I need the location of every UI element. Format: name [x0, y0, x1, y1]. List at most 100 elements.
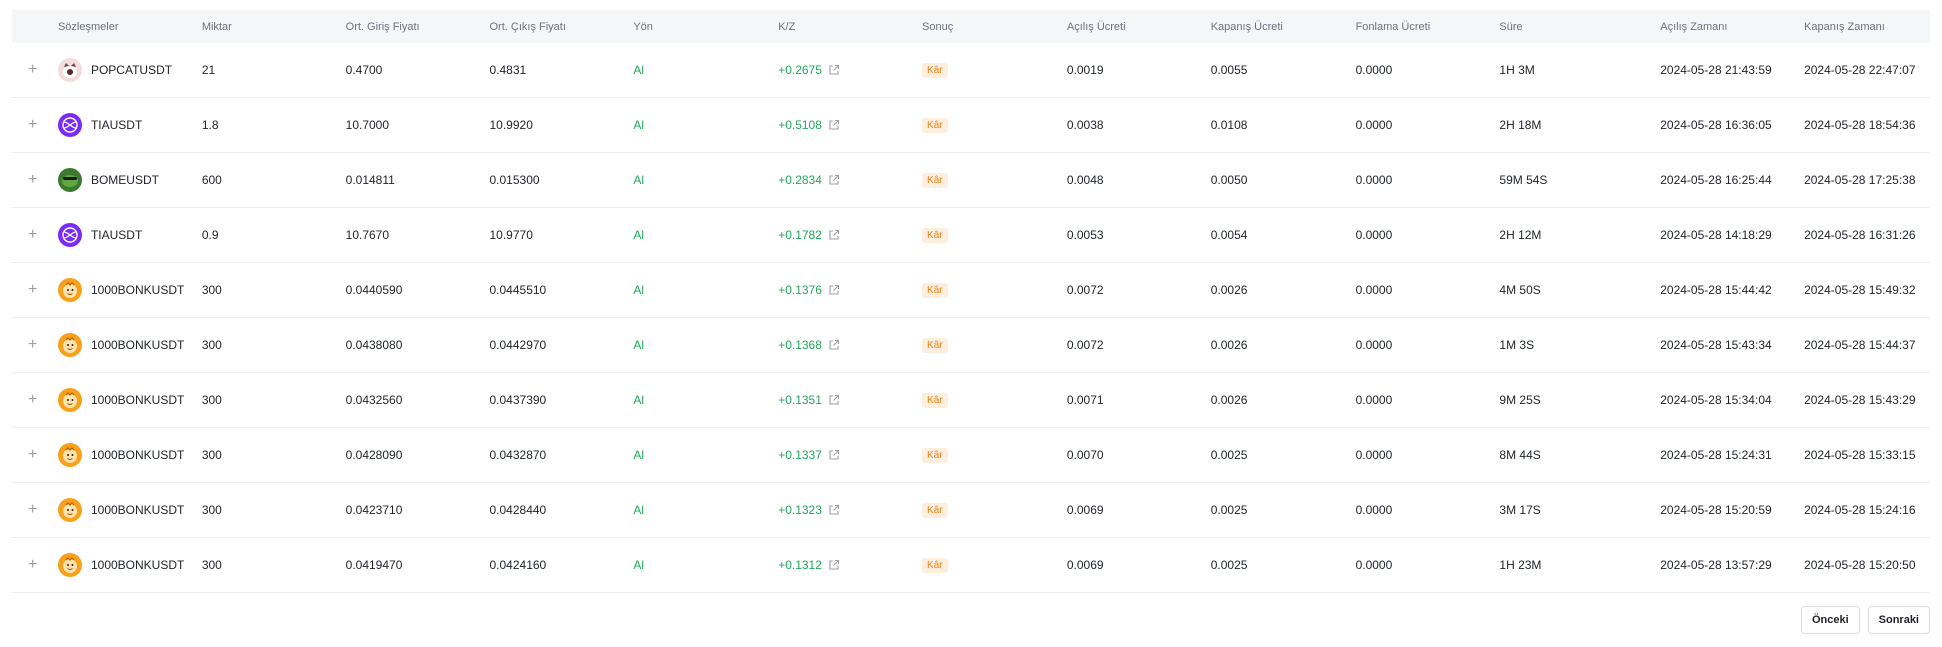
external-link-icon[interactable]	[828, 119, 840, 131]
bonk-coin-icon	[57, 553, 82, 577]
duration-cell: 3M 17S	[1499, 503, 1541, 517]
expand-cell: +	[12, 337, 58, 353]
header-symbol: Sözleşmeler	[57, 20, 119, 33]
external-link-icon[interactable]	[828, 559, 840, 571]
close-time-cell: 2024-05-28 15:49:32	[1804, 283, 1916, 297]
expand-cell: +	[12, 62, 58, 78]
qty-cell: 1.8	[201, 118, 219, 132]
table-row[interactable]: + TIAUSDT 1.8 10.7000 10.9920 Al +0.5108…	[12, 98, 1930, 153]
qty-cell: 300	[201, 338, 222, 352]
plus-icon[interactable]: +	[28, 281, 37, 298]
symbol-cell: TIAUSDT	[57, 113, 202, 137]
table-body: + POPCATUSDT 21 0.4700 0.4831 Al +0.2675…	[12, 43, 1930, 593]
table-row[interactable]: + TIAUSDT 0.9 10.7670 10.9770 Al +0.1782…	[12, 208, 1930, 263]
plus-icon[interactable]: +	[28, 336, 37, 353]
open-fee-cell: 0.0072	[1066, 338, 1104, 352]
table-row[interactable]: + 1000BONKUSDT 300 0.0423710 0.0428440 A…	[12, 483, 1930, 538]
profit-badge: Kâr	[922, 228, 948, 243]
close-time-cell: 2024-05-28 15:20:50	[1804, 558, 1916, 572]
external-link-icon[interactable]	[828, 174, 840, 186]
external-link-icon[interactable]	[828, 394, 840, 406]
direction-cell: Al	[633, 448, 645, 462]
table-row[interactable]: + 1000BONKUSDT 300 0.0428090 0.0432870 A…	[12, 428, 1930, 483]
external-link-icon[interactable]	[828, 64, 840, 76]
bonk-coin-icon	[57, 443, 82, 467]
close-time-cell: 2024-05-28 15:24:16	[1804, 503, 1916, 517]
profit-badge: Kâr	[922, 338, 948, 353]
close-time-cell: 2024-05-28 16:31:26	[1804, 228, 1916, 242]
qty-cell: 300	[201, 503, 222, 517]
result-cell: Kâr	[922, 502, 1067, 518]
plus-icon[interactable]: +	[28, 116, 37, 133]
table-row[interactable]: + BOMEUSDT 600 0.014811 0.015300 Al +0.2…	[12, 153, 1930, 208]
pnl-cell: +0.2675	[778, 63, 922, 77]
bome-coin-icon	[57, 168, 82, 192]
symbol-text: 1000BONKUSDT	[90, 393, 185, 407]
symbol-text: BOMEUSDT	[90, 173, 159, 187]
symbol-text: 1000BONKUSDT	[90, 503, 185, 517]
profit-badge: Kâr	[922, 173, 948, 188]
symbol-text: TIAUSDT	[90, 118, 143, 132]
plus-icon[interactable]: +	[28, 446, 37, 463]
plus-icon[interactable]: +	[28, 501, 37, 518]
close-time-cell: 2024-05-28 22:47:07	[1804, 63, 1916, 77]
entry-price-cell: 0.014811	[345, 173, 395, 187]
table-row[interactable]: + 1000BONKUSDT 300 0.0440590 0.0445510 A…	[12, 263, 1930, 318]
duration-cell: 1M 3S	[1499, 338, 1535, 352]
bonk-coin-icon	[57, 388, 82, 412]
plus-icon[interactable]: +	[28, 556, 37, 573]
symbol-text: 1000BONKUSDT	[90, 558, 185, 572]
expand-cell: +	[12, 392, 58, 408]
pnl-value: +0.1782	[778, 228, 822, 242]
exit-price-cell: 0.0442970	[489, 338, 547, 352]
profit-badge: Kâr	[922, 63, 948, 78]
qty-cell: 300	[201, 448, 222, 462]
symbol-text: 1000BONKUSDT	[90, 448, 185, 462]
symbol-cell: 1000BONKUSDT	[57, 498, 202, 522]
expand-cell: +	[12, 282, 58, 298]
pnl-value: +0.5108	[778, 118, 822, 132]
result-cell: Kâr	[922, 227, 1067, 243]
open-fee-cell: 0.0071	[1066, 393, 1104, 407]
external-link-icon[interactable]	[828, 229, 840, 241]
entry-price-cell: 0.0428090	[345, 448, 403, 462]
trade-history-table: Sözleşmeler Miktar Ort. Giriş Fiyatı Ort…	[12, 10, 1930, 593]
duration-cell: 1H 23M	[1499, 558, 1542, 572]
external-link-icon[interactable]	[828, 504, 840, 516]
result-cell: Kâr	[922, 337, 1067, 353]
funding-fee-cell: 0.0000	[1355, 393, 1393, 407]
header-exit-price: Ort. Çıkış Fiyatı	[489, 20, 566, 33]
duration-cell: 9M 25S	[1499, 393, 1541, 407]
table-row[interactable]: + POPCATUSDT 21 0.4700 0.4831 Al +0.2675…	[12, 43, 1930, 98]
header-result: Sonuç	[922, 20, 954, 33]
expand-cell: +	[12, 447, 58, 463]
external-link-icon[interactable]	[828, 449, 840, 461]
header-open-fee: Açılış Ücreti	[1066, 20, 1126, 33]
close-fee-cell: 0.0055	[1210, 63, 1248, 77]
entry-price-cell: 0.0440590	[345, 283, 403, 297]
funding-fee-cell: 0.0000	[1355, 338, 1393, 352]
plus-icon[interactable]: +	[28, 61, 37, 78]
plus-icon[interactable]: +	[28, 226, 37, 243]
external-link-icon[interactable]	[828, 284, 840, 296]
external-link-icon[interactable]	[828, 339, 840, 351]
next-page-button[interactable]: Sonraki	[1867, 606, 1930, 634]
pnl-cell: +0.2834	[778, 173, 922, 187]
table-row[interactable]: + 1000BONKUSDT 300 0.0419470 0.0424160 A…	[12, 538, 1930, 593]
duration-cell: 8M 44S	[1499, 448, 1541, 462]
open-time-cell: 2024-05-28 13:57:29	[1660, 558, 1772, 572]
table-row[interactable]: + 1000BONKUSDT 300 0.0432560 0.0437390 A…	[12, 373, 1930, 428]
entry-price-cell: 0.4700	[345, 63, 383, 77]
direction-cell: Al	[633, 173, 645, 187]
symbol-cell: BOMEUSDT	[57, 168, 202, 192]
table-row[interactable]: + 1000BONKUSDT 300 0.0438080 0.0442970 A…	[12, 318, 1930, 373]
plus-icon[interactable]: +	[28, 171, 37, 188]
open-fee-cell: 0.0048	[1066, 173, 1104, 187]
exit-price-cell: 0.0428440	[489, 503, 547, 517]
bonk-coin-icon	[57, 498, 82, 522]
direction-cell: Al	[633, 503, 645, 517]
previous-page-button[interactable]: Önceki	[1800, 606, 1860, 634]
plus-icon[interactable]: +	[28, 391, 37, 408]
open-time-cell: 2024-05-28 15:24:31	[1660, 448, 1772, 462]
duration-cell: 2H 18M	[1499, 118, 1542, 132]
